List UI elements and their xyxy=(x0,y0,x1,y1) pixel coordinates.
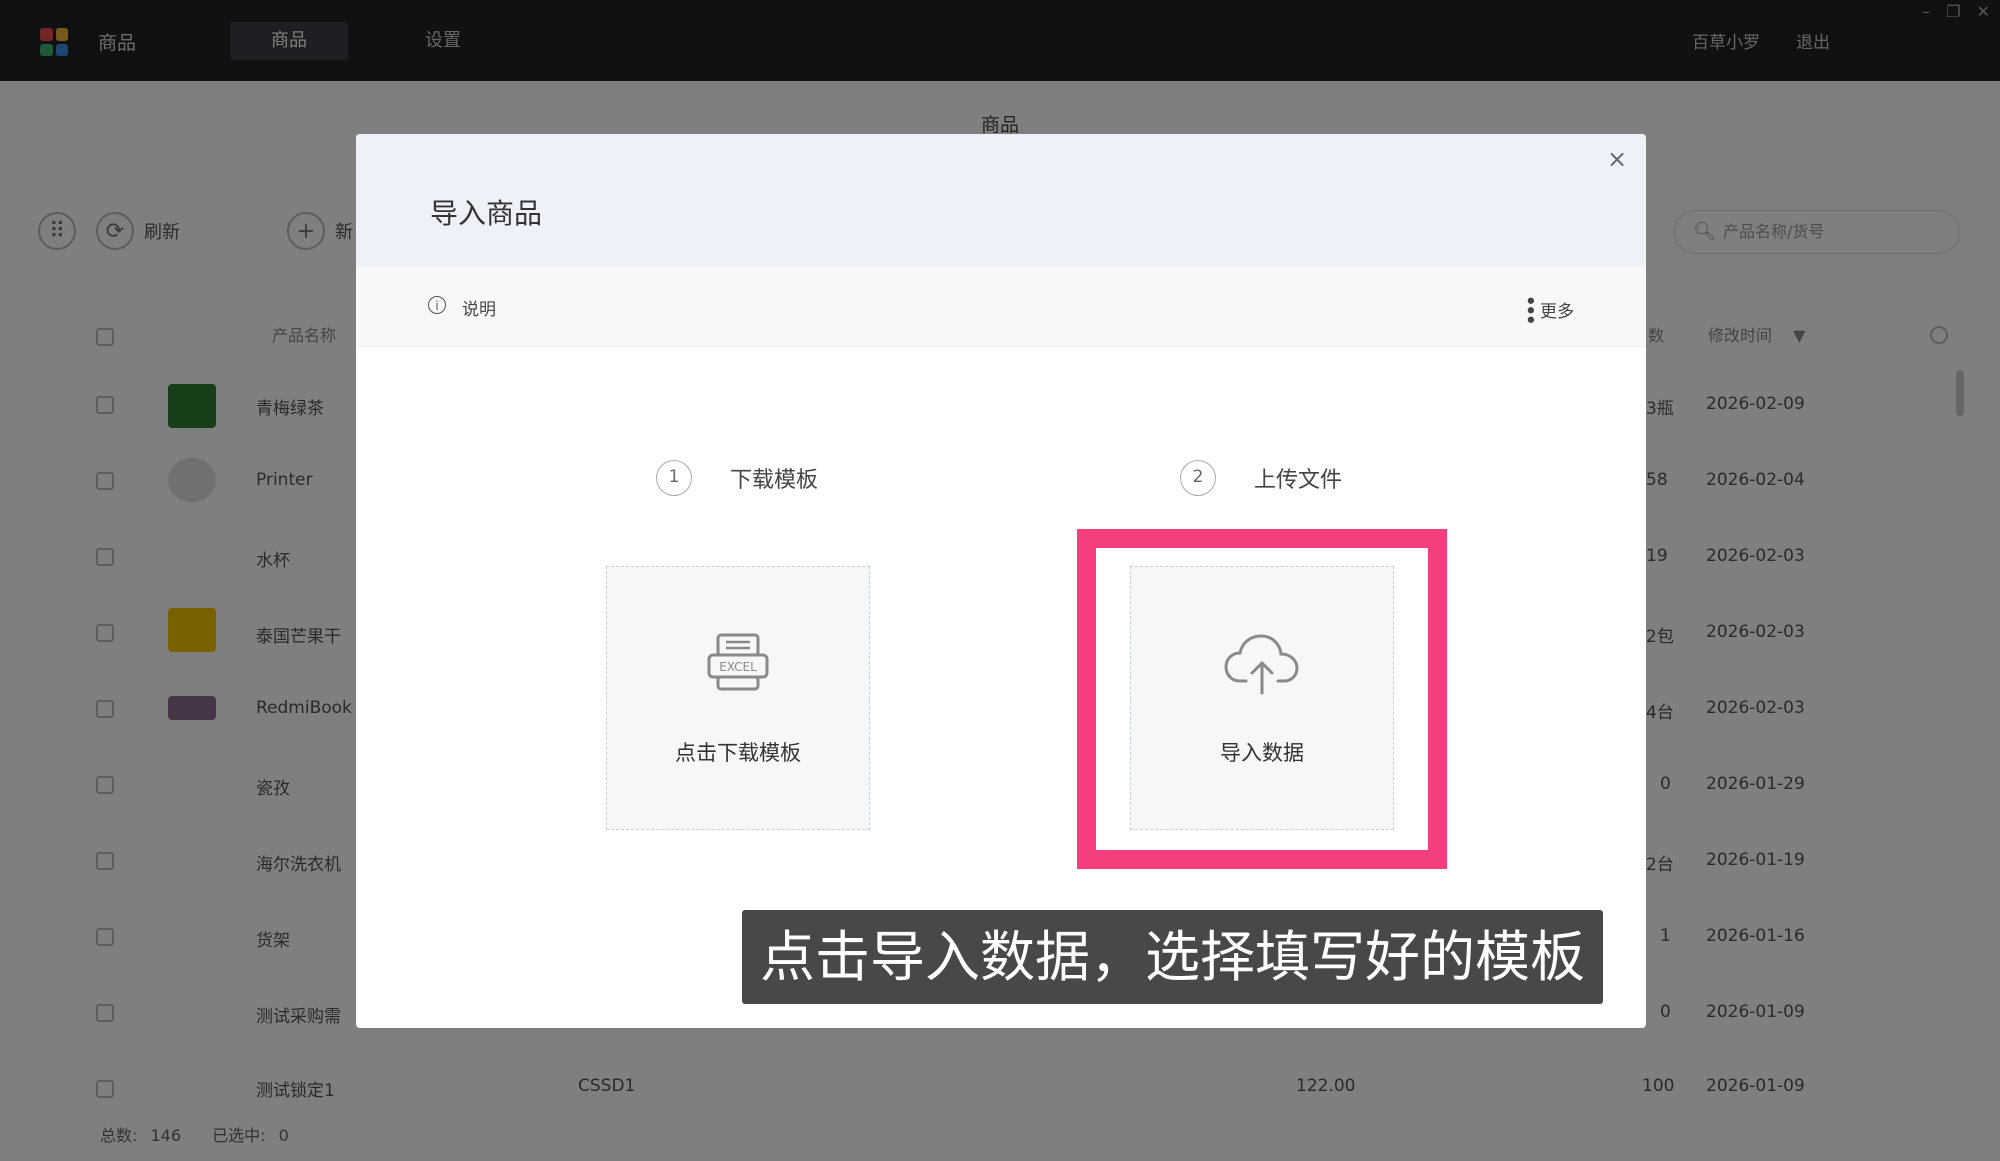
more-menu-button[interactable]: ••• 更多 xyxy=(1519,295,1574,324)
excel-icon: EXCEL xyxy=(607,633,869,697)
dialog-header: 导入商品 × xyxy=(356,134,1646,266)
excel-icon-text: EXCEL xyxy=(719,660,757,674)
step-label: 下载模板 xyxy=(730,468,819,493)
tutorial-caption: 点击导入数据，选择填写好的模板 xyxy=(742,910,1604,1004)
close-icon[interactable]: × xyxy=(1602,144,1632,174)
instructions-link[interactable]: 说明 xyxy=(462,295,496,320)
step-label: 上传文件 xyxy=(1254,468,1343,493)
highlight-box xyxy=(1077,529,1447,869)
more-vertical-icon: ••• xyxy=(1519,295,1540,324)
dialog-subbar: i 说明 ••• 更多 xyxy=(356,266,1646,347)
import-products-dialog: 导入商品 × i 说明 ••• 更多 1 下载模板 EXCEL 点击下载模板 2 xyxy=(356,134,1646,1028)
step-download-template: 1 下载模板 xyxy=(656,460,818,496)
dialog-title: 导入商品 xyxy=(430,197,543,230)
download-template-label: 点击下载模板 xyxy=(675,741,801,765)
step-number: 2 xyxy=(1180,460,1216,496)
step-number: 1 xyxy=(656,460,692,496)
more-label: 更多 xyxy=(1540,301,1574,322)
step-upload-file: 2 上传文件 xyxy=(1180,460,1342,496)
download-template-card[interactable]: EXCEL 点击下载模板 xyxy=(606,566,870,830)
info-icon: i xyxy=(428,296,446,314)
